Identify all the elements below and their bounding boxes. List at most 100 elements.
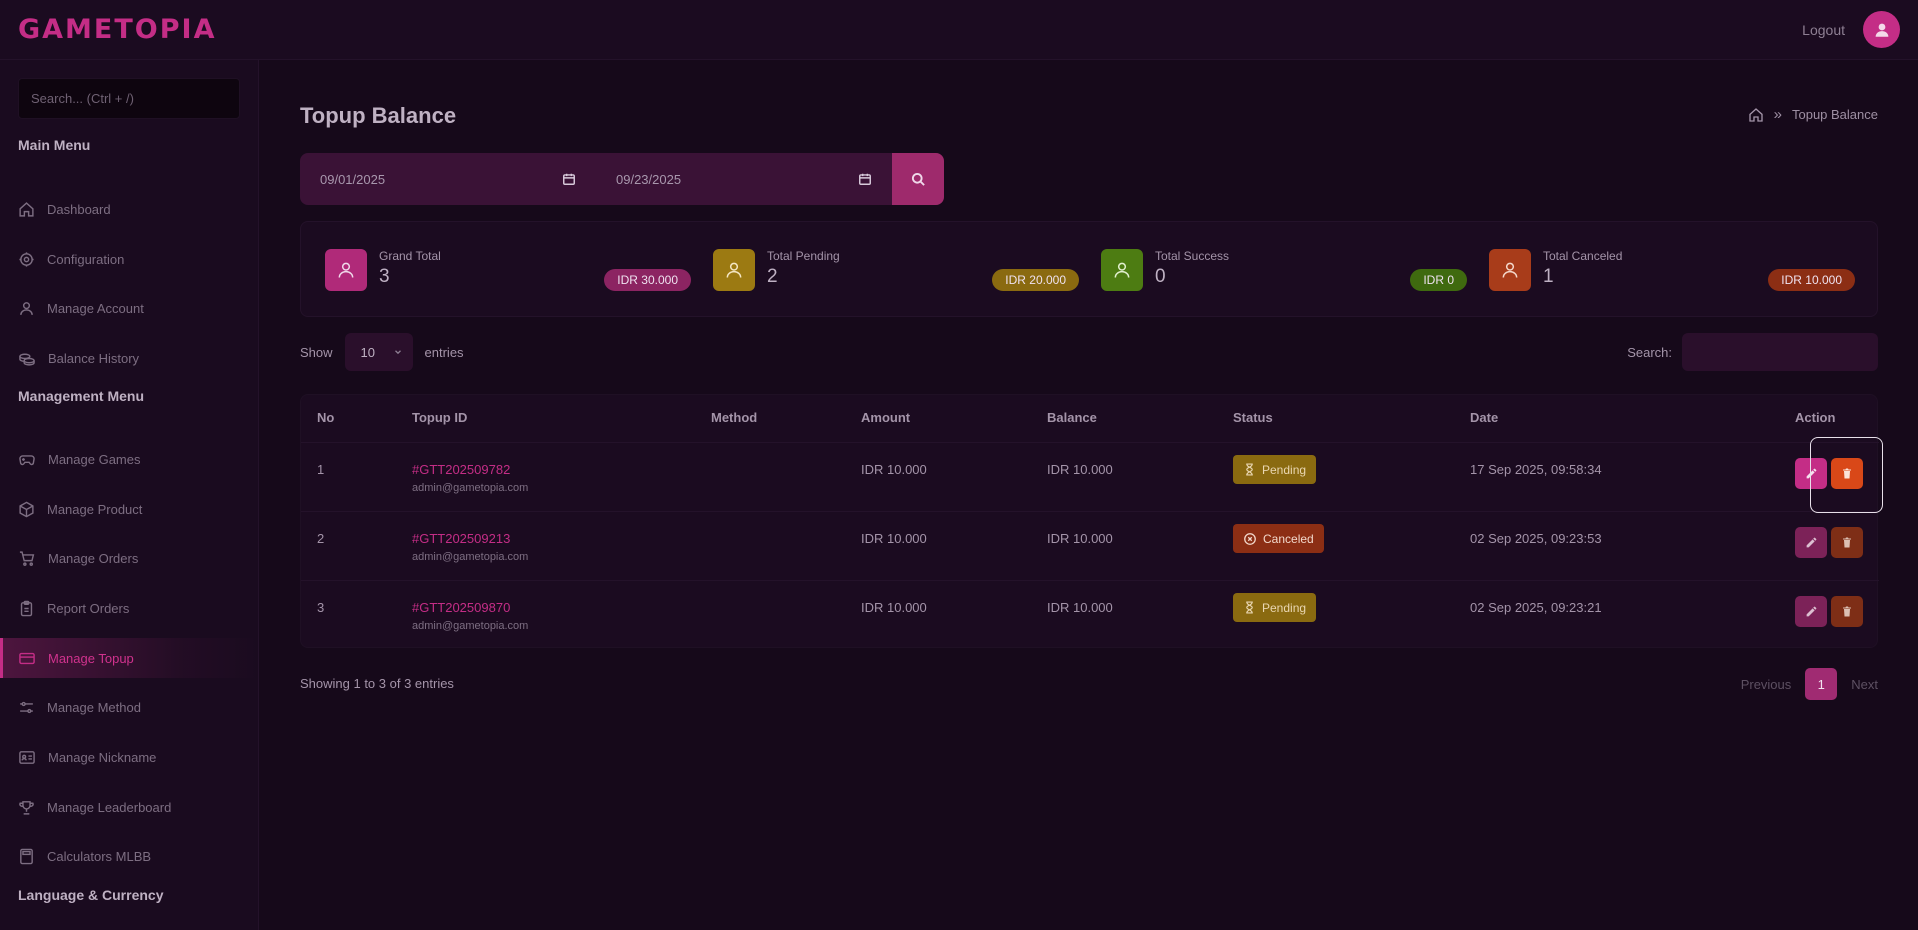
calendar-icon[interactable] <box>562 172 576 186</box>
section-language-currency: Language & Currency <box>18 887 164 903</box>
avatar[interactable] <box>1863 11 1900 48</box>
table-row: 2 #GTT202509213 admin@gametopia.com IDR … <box>301 511 1879 580</box>
sidebar-item-configuration[interactable]: Configuration <box>0 239 259 279</box>
calendar-icon[interactable] <box>858 172 872 186</box>
sidebar-item-balance-history[interactable]: Balance History <box>0 338 259 378</box>
col-header-action: Action <box>1795 410 1836 425</box>
sidebar-item-label: Manage Nickname <box>48 749 157 765</box>
focus-highlight <box>1810 437 1883 513</box>
topup-id-link[interactable]: #GTT202509870 <box>412 600 510 615</box>
section-management-menu: Management Menu <box>18 388 145 404</box>
row-no: 2 <box>317 531 325 546</box>
stat-total-pending: Total Pending 2 IDR 20.000 <box>713 249 1079 291</box>
page-1-button[interactable]: 1 <box>1805 668 1838 700</box>
filter-search-button[interactable] <box>892 153 944 205</box>
sidebar-item-manage-account[interactable]: Manage Account <box>0 288 259 328</box>
pencil-icon <box>1806 537 1816 548</box>
trash-icon <box>1843 537 1851 548</box>
amount-cell: IDR 10.000 <box>861 600 927 615</box>
table-row: 1 #GTT202509782 admin@gametopia.com IDR … <box>301 442 1879 511</box>
stat-amount-badge: IDR 0 <box>1410 269 1467 291</box>
stats-card: Grand Total 3 IDR 30.000 Total Pending 2… <box>300 221 1878 317</box>
amount-cell: IDR 10.000 <box>861 462 927 477</box>
edit-button[interactable] <box>1795 596 1827 627</box>
sidebar-item-report-orders[interactable]: Report Orders <box>0 588 259 628</box>
stat-label: Grand Total <box>379 249 441 263</box>
date-from-input[interactable]: 09/01/2025 <box>300 153 596 205</box>
user-icon <box>1502 262 1518 278</box>
sidebar-item-calculators-mlbb[interactable]: Calculators MLBB <box>0 836 259 876</box>
sidebar-item-label: Manage Games <box>48 451 141 467</box>
date-filter-bar: 09/01/2025 09/23/2025 <box>300 153 944 205</box>
delete-button[interactable] <box>1831 596 1863 627</box>
chevrons-right-icon: » <box>1773 106 1782 123</box>
col-header-topup-id[interactable]: Topup ID <box>412 410 467 425</box>
col-header-date[interactable]: Date <box>1470 410 1498 425</box>
stat-value: 2 <box>767 266 778 287</box>
sidebar-item-manage-method[interactable]: Manage Method <box>0 687 259 727</box>
sidebar-item-manage-games[interactable]: Manage Games <box>0 439 259 479</box>
user-icon <box>1875 23 1888 37</box>
stat-amount-badge: IDR 20.000 <box>992 269 1079 291</box>
sliders-icon <box>20 701 33 713</box>
app-logo[interactable]: GAMETOPIA <box>18 14 216 45</box>
sidebar-item-label: Configuration <box>47 251 125 267</box>
topup-id-link[interactable]: #GTT202509782 <box>412 462 510 477</box>
sidebar-item-label: Manage Method <box>47 699 141 715</box>
home-icon[interactable] <box>1748 107 1764 123</box>
user-icon <box>338 262 354 278</box>
date-to-value: 09/23/2025 <box>616 171 682 187</box>
calculator-icon <box>20 848 33 864</box>
user-icon <box>726 262 742 278</box>
stat-grand-total: Grand Total 3 IDR 30.000 <box>325 249 691 291</box>
topup-id-link[interactable]: #GTT202509213 <box>412 531 510 546</box>
delete-button[interactable] <box>1831 527 1863 558</box>
hourglass-icon <box>1246 463 1253 476</box>
box-icon <box>19 501 34 517</box>
table-search-input[interactable] <box>1682 333 1878 371</box>
col-header-status[interactable]: Status <box>1233 410 1273 425</box>
user-email: admin@gametopia.com <box>412 482 529 494</box>
date-to-input[interactable]: 09/23/2025 <box>596 153 892 205</box>
header-actions: Logout <box>1802 11 1900 48</box>
col-header-no[interactable]: No <box>317 410 334 425</box>
status-text: Pending <box>1262 462 1307 477</box>
row-no: 3 <box>317 600 325 615</box>
stat-value: 0 <box>1155 266 1166 287</box>
col-header-method[interactable]: Method <box>711 410 757 425</box>
hourglass-icon <box>1246 601 1253 614</box>
sidebar-item-manage-product[interactable]: Manage Product <box>0 489 259 529</box>
coins-icon <box>19 353 35 366</box>
stat-amount-badge: IDR 30.000 <box>604 269 691 291</box>
stat-icon-box <box>325 249 367 291</box>
status-text: Pending <box>1262 600 1307 615</box>
edit-button[interactable] <box>1795 527 1827 558</box>
sidebar-item-manage-nickname[interactable]: Manage Nickname <box>0 737 259 777</box>
sidebar-item-label: Manage Orders <box>48 550 139 566</box>
sidebar-item-manage-orders[interactable]: Manage Orders <box>0 538 259 578</box>
user-email: admin@gametopia.com <box>412 551 529 563</box>
entries-label: entries <box>424 344 464 360</box>
show-label: Show <box>300 344 333 360</box>
logout-link[interactable]: Logout <box>1802 22 1845 38</box>
trash-icon <box>1843 606 1851 617</box>
stat-label: Total Canceled <box>1543 249 1623 263</box>
col-header-balance[interactable]: Balance <box>1047 410 1097 425</box>
sidebar-search-input[interactable] <box>18 78 240 119</box>
sidebar-item-manage-leaderboard[interactable]: Manage Leaderboard <box>0 787 259 827</box>
stat-total-canceled: Total Canceled 1 IDR 10.000 <box>1489 249 1855 291</box>
next-page-button[interactable]: Next <box>1851 677 1878 692</box>
clipboard-icon <box>20 600 33 616</box>
previous-page-button[interactable]: Previous <box>1741 677 1792 692</box>
stat-value: 3 <box>379 266 390 287</box>
sidebar-item-manage-topup[interactable]: Manage Topup <box>0 638 259 678</box>
sidebar-item-label: Balance History <box>48 350 140 366</box>
date-cell: 17 Sep 2025, 09:58:34 <box>1470 462 1602 477</box>
cart-icon <box>19 550 35 566</box>
sidebar-item-dashboard[interactable]: Dashboard <box>0 189 259 229</box>
stat-total-success: Total Success 0 IDR 0 <box>1101 249 1467 291</box>
table-info: Showing 1 to 3 of 3 entries <box>300 676 454 691</box>
sidebar-item-label: Manage Account <box>47 300 144 316</box>
col-header-amount[interactable]: Amount <box>861 410 910 425</box>
entries-select[interactable]: 10 <box>344 333 413 371</box>
